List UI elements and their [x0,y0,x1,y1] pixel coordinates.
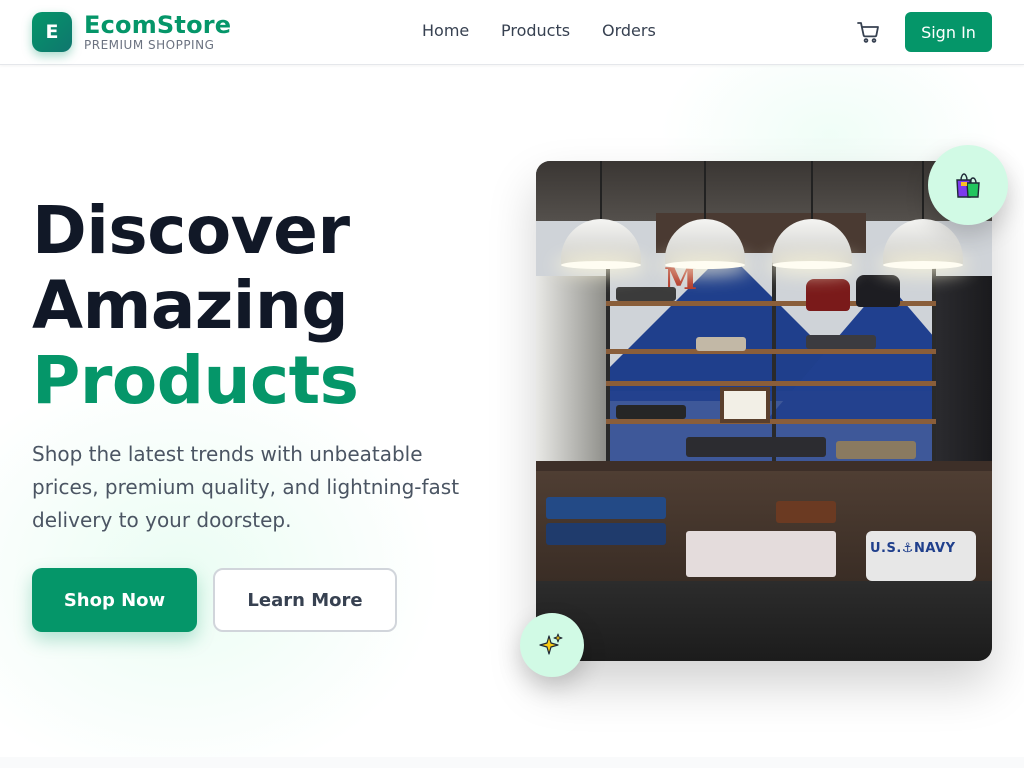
headline-accent: Products [32,342,359,419]
shop-now-button[interactable]: Shop Now [32,568,197,632]
logo-badge[interactable]: E [32,12,72,52]
brand-tagline: PREMIUM SHOPPING [84,38,215,52]
headline-line: Amazing [32,267,349,344]
next-section-edge [0,757,1024,768]
hero-section: Discover Amazing Products Shop the lates… [0,65,1024,757]
background-glow [0,365,440,757]
hero-headline: Discover Amazing Products [32,192,359,419]
brand-name[interactable]: EcomStore [84,10,231,40]
nav-link-orders[interactable]: Orders [602,20,656,42]
sparkles-icon [520,613,584,677]
nav-link-home[interactable]: Home [422,20,469,42]
shopping-bags-icon [928,145,1008,225]
hero-store-image: M U.S.⚓NAVY [536,161,992,661]
image-shirt-text: U.S.⚓NAVY [870,541,956,556]
hero-subtitle: Shop the latest trends with unbeatable p… [32,442,460,532]
headline-line: Discover [32,192,350,269]
shopping-cart-icon[interactable] [856,20,882,44]
nav-link-products[interactable]: Products [501,20,570,42]
top-navbar: E EcomStore PREMIUM SHOPPING Home Produc… [0,0,1024,65]
learn-more-button[interactable]: Learn More [213,568,397,632]
sign-in-button[interactable]: Sign In [905,12,992,52]
